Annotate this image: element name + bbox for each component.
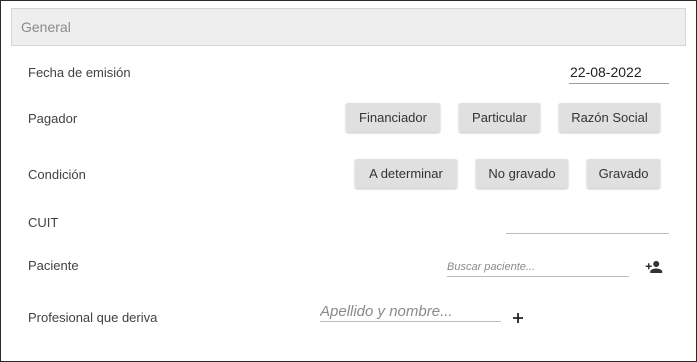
section-header-general[interactable]: General: [11, 8, 686, 46]
condicion-gravado-button[interactable]: Gravado: [587, 159, 660, 188]
pagador-financiador-button[interactable]: Financiador: [346, 103, 440, 132]
fecha-emision-field[interactable]: 22-08-2022: [569, 61, 669, 84]
form-panel: General Fecha de emisión 22-08-2022 Paga…: [0, 0, 697, 362]
condicion-a-determinar-button[interactable]: A determinar: [355, 159, 457, 188]
cuit-input[interactable]: [506, 211, 669, 234]
condicion-no-gravado-button[interactable]: No gravado: [476, 159, 568, 188]
plus-icon: [512, 312, 524, 324]
fecha-emision-label: Fecha de emisión: [28, 65, 131, 80]
add-profesional-button[interactable]: [509, 309, 527, 327]
pagador-label: Pagador: [28, 111, 78, 126]
section-title: General: [21, 19, 71, 35]
profesional-input[interactable]: [320, 301, 501, 322]
profesional-label: Profesional que deriva: [28, 310, 158, 325]
condicion-label: Condición: [28, 167, 86, 182]
pagador-razon-social-button[interactable]: Razón Social: [559, 103, 660, 132]
person-add-icon: [645, 258, 663, 276]
paciente-search-input[interactable]: [447, 258, 629, 277]
add-patient-button[interactable]: [644, 257, 664, 277]
cuit-label: CUIT: [28, 215, 59, 230]
paciente-label: Paciente: [28, 258, 79, 273]
pagador-particular-button[interactable]: Particular: [459, 103, 540, 132]
fecha-emision-value: 22-08-2022: [570, 64, 642, 80]
